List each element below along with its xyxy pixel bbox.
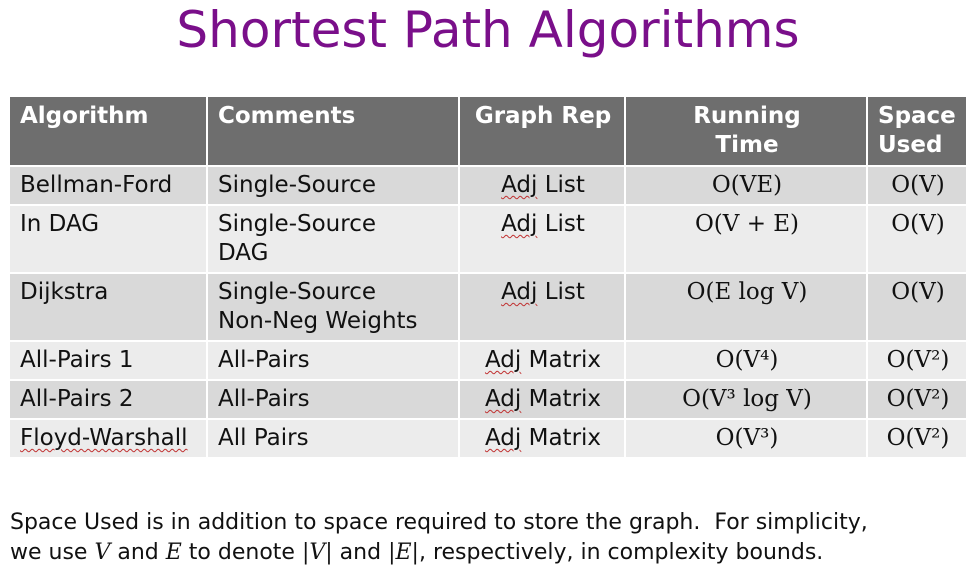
abs-e: |E| xyxy=(388,540,419,565)
rep-word: Adj xyxy=(484,347,522,373)
table-row: Dijkstra Single-Source Non-Neg Weights Ad… xyxy=(8,272,968,342)
rep-word: Adj xyxy=(501,211,538,237)
cell-comments: Single-Source xyxy=(206,165,460,206)
cell-algorithm: Bellman-Ford xyxy=(8,165,208,206)
comments-line1: Single-Source xyxy=(218,211,377,237)
cell-space-used: O(V) xyxy=(866,165,968,206)
rep-rest: Matrix xyxy=(521,386,602,412)
comments-line1: All-Pairs xyxy=(218,386,310,412)
cell-space-used: O(V²) xyxy=(866,418,968,459)
header-running-line2: Time xyxy=(715,132,779,158)
footnote-text: and xyxy=(110,540,166,565)
rep-word: Adj xyxy=(484,425,522,451)
cell-running-time: O(V⁴) xyxy=(624,340,868,381)
table-row: In DAG Single-Source DAG Adj List O(V + E… xyxy=(8,204,968,274)
header-graph-rep: Graph Rep xyxy=(458,95,626,167)
cell-running-time: O(V + E) xyxy=(624,204,868,274)
cell-space-used: O(V²) xyxy=(866,340,968,381)
rep-rest: List xyxy=(537,211,585,237)
algorithms-table: Algorithm Comments Graph Rep Running Tim… xyxy=(8,95,968,459)
comments-line1: All Pairs xyxy=(218,425,309,451)
algorithm-name: Floyd-Warshall xyxy=(20,425,188,451)
footnote-text: to denote xyxy=(181,540,302,565)
header-algorithm: Algorithm xyxy=(8,95,208,167)
rep-rest: List xyxy=(537,172,585,198)
cell-comments: All-Pairs xyxy=(206,340,460,381)
table-row: Bellman-Ford Single-Source Adj List O(VE… xyxy=(8,165,968,206)
table-row: Floyd-Warshall All Pairs Adj Matrix O(V³… xyxy=(8,418,968,459)
footnote-text: we use xyxy=(10,540,95,565)
rep-rest: List xyxy=(537,279,585,305)
rep-rest: Matrix xyxy=(521,425,602,451)
page-title: Shortest Path Algorithms xyxy=(176,1,800,59)
footnote-text: and xyxy=(332,540,389,565)
cell-algorithm: In DAG xyxy=(8,204,208,274)
comments-line1: Single-Source xyxy=(218,172,377,198)
cell-graph-rep: Adj Matrix xyxy=(458,379,626,420)
cell-graph-rep: Adj List xyxy=(458,165,626,206)
cell-graph-rep: Adj Matrix xyxy=(458,418,626,459)
cell-space-used: O(V²) xyxy=(866,379,968,420)
footnote-line1: Space Used is in addition to space requi… xyxy=(10,510,868,535)
table-row: All-Pairs 2 All-Pairs Adj Matrix O(V³ lo… xyxy=(8,379,968,420)
cell-comments: All-Pairs xyxy=(206,379,460,420)
header-comments: Comments xyxy=(206,95,460,167)
header-space-line2: Used xyxy=(878,132,943,158)
header-running-time: Running Time xyxy=(624,95,868,167)
var-e: E xyxy=(165,540,182,565)
cell-running-time: O(V³) xyxy=(624,418,868,459)
cell-algorithm: Dijkstra xyxy=(8,272,208,342)
cell-algorithm: Floyd-Warshall xyxy=(8,418,208,459)
header-space-line1: Space xyxy=(878,103,956,129)
table-row: All-Pairs 1 All-Pairs Adj Matrix O(V⁴) O… xyxy=(8,340,968,381)
cell-space-used: O(V) xyxy=(866,272,968,342)
footnote-line2: we use V and E to denote |V| and |E|, re… xyxy=(10,538,970,568)
cell-graph-rep: Adj Matrix xyxy=(458,340,626,381)
cell-running-time: O(VE) xyxy=(624,165,868,206)
cell-comments: All Pairs xyxy=(206,418,460,459)
cell-algorithm: All-Pairs 2 xyxy=(8,379,208,420)
table-header-row: Algorithm Comments Graph Rep Running Tim… xyxy=(8,95,968,167)
var-v: V xyxy=(94,540,111,565)
cell-space-used: O(V) xyxy=(866,204,968,274)
cell-running-time: O(E log V) xyxy=(624,272,868,342)
cell-algorithm: All-Pairs 1 xyxy=(8,340,208,381)
rep-word: Adj xyxy=(501,279,538,305)
abs-v: |V| xyxy=(301,540,333,565)
rep-rest: Matrix xyxy=(521,347,602,373)
comments-line2: Non-Neg Weights xyxy=(218,308,418,334)
comments-line2: DAG xyxy=(218,240,269,266)
cell-graph-rep: Adj List xyxy=(458,272,626,342)
rep-word: Adj xyxy=(501,172,538,198)
header-space-used: Space Used xyxy=(866,95,968,167)
header-running-line1: Running xyxy=(693,103,801,129)
cell-comments: Single-Source Non-Neg Weights xyxy=(206,272,460,342)
cell-comments: Single-Source DAG xyxy=(206,204,460,274)
footnote-text: , respectively, in complexity bounds. xyxy=(418,540,824,565)
footnote: Space Used is in addition to space requi… xyxy=(10,508,970,568)
comments-line1: Single-Source xyxy=(218,279,377,305)
cell-graph-rep: Adj List xyxy=(458,204,626,274)
cell-running-time: O(V³ log V) xyxy=(624,379,868,420)
rep-word: Adj xyxy=(484,386,522,412)
comments-line1: All-Pairs xyxy=(218,347,310,373)
